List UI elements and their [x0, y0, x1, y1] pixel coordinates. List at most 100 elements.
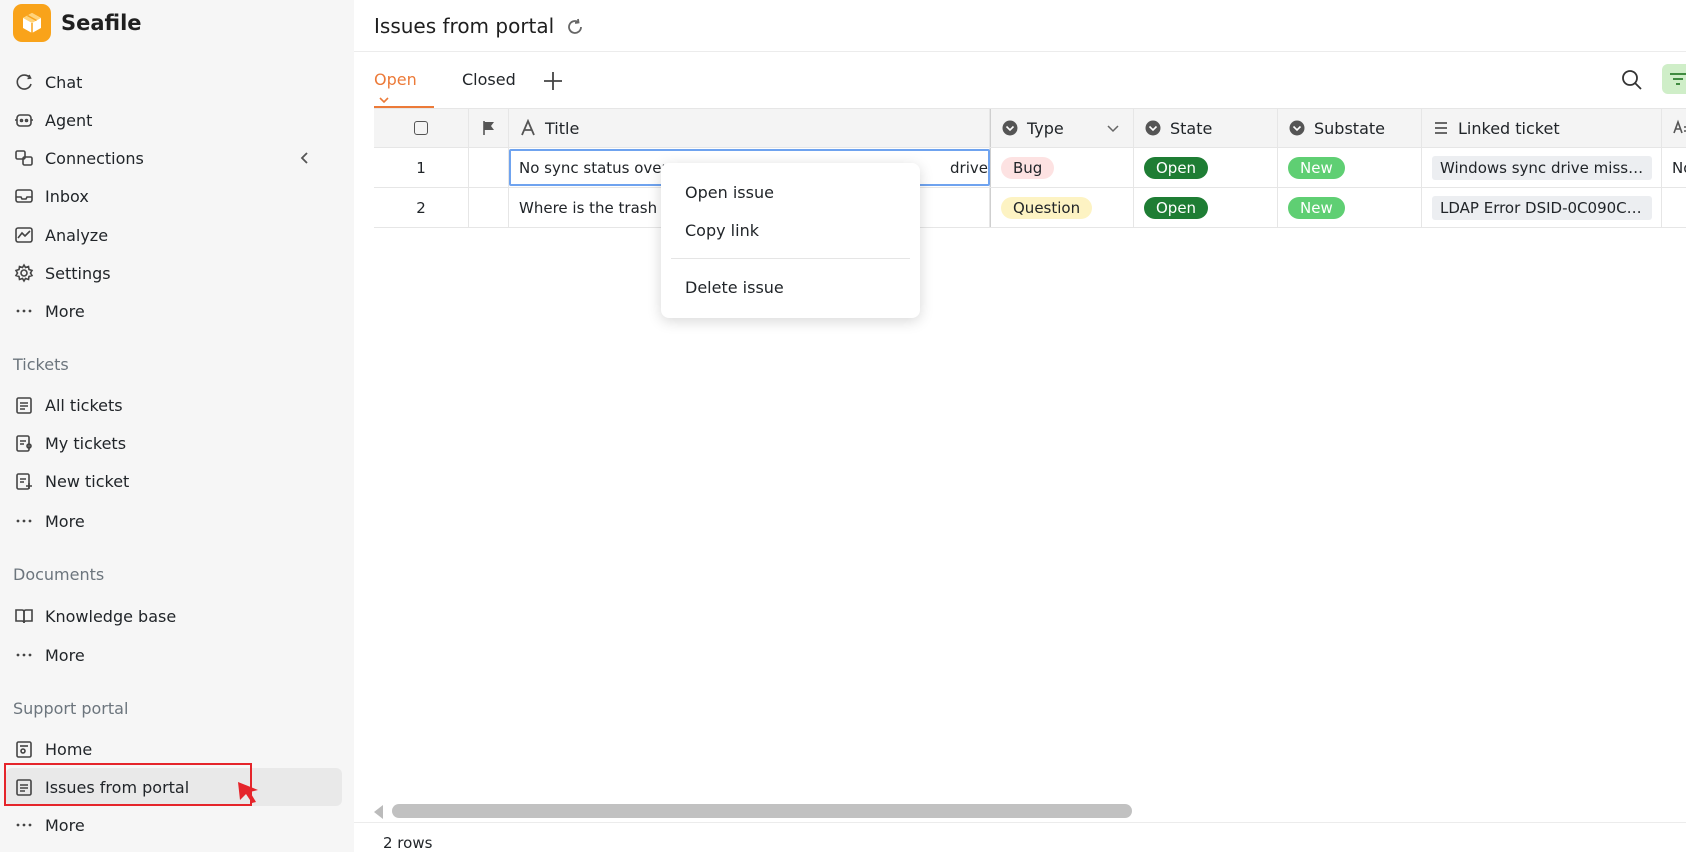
linked-ticket-cell[interactable]: LDAP Error DSID-0C090CDE...	[1422, 188, 1662, 227]
column-header-label: Substate	[1314, 118, 1385, 138]
horizontal-scrollbar[interactable]	[374, 802, 1686, 822]
book-icon	[13, 605, 35, 627]
sidebar-item-agent[interactable]: Agent	[6, 101, 342, 139]
chevron-down-icon[interactable]	[1105, 120, 1121, 136]
scrollbar-thumb[interactable]	[392, 804, 1132, 818]
title-text: Where is the trash f	[519, 198, 668, 217]
agent-icon	[13, 109, 35, 131]
chevron-left-icon[interactable]	[296, 149, 314, 167]
table-row[interactable]: 2 Where is the trash f Question Open New…	[374, 188, 1686, 228]
sidebar-item-label: Connections	[45, 148, 144, 168]
sidebar-item-settings[interactable]: Settings	[6, 254, 342, 292]
sidebar: Seafile Chat Agent Connections Inbox Ana…	[0, 0, 354, 852]
sidebar-item-my-tickets[interactable]: My tickets	[6, 424, 342, 462]
sidebar-item-new-ticket[interactable]: New ticket	[6, 462, 342, 500]
state-tag: Open	[1144, 196, 1209, 219]
sidebar-item-label: Knowledge base	[45, 606, 177, 626]
sidebar-item-more[interactable]: More	[6, 292, 342, 330]
view-tabs: Open Closed	[354, 52, 1686, 108]
sidebar-item-issues-from-portal[interactable]: Issues from portal	[6, 768, 342, 806]
sidebar-item-label: More	[45, 301, 85, 321]
single-select-icon	[1144, 119, 1162, 137]
type-cell[interactable]: Question	[990, 188, 1134, 227]
sidebar-item-label: Home	[45, 739, 93, 759]
tab-open[interactable]: Open	[374, 70, 434, 108]
more-icon	[13, 644, 35, 666]
sidebar-item-analyze[interactable]: Analyze	[6, 216, 342, 254]
sidebar-item-chat[interactable]: Chat	[6, 63, 342, 101]
section-title-support-portal: Support portal	[13, 699, 129, 718]
sidebar-item-portal-more[interactable]: More	[6, 806, 342, 844]
page-header: Issues from portal	[354, 0, 1686, 52]
row-flag-cell[interactable]	[469, 148, 509, 187]
sidebar-item-home[interactable]: Home	[6, 730, 342, 768]
issues-icon	[13, 776, 35, 798]
chevron-down-icon	[379, 96, 389, 103]
table-header-row: Title Type State Substate Linked ticket	[374, 108, 1686, 148]
column-header-type[interactable]: Type	[990, 109, 1134, 147]
column-header-state[interactable]: State	[1134, 109, 1278, 147]
more-icon	[13, 510, 35, 532]
sidebar-item-label: Issues from portal	[45, 777, 190, 797]
sidebar-item-label: New ticket	[45, 471, 130, 491]
linked-ticket-chip[interactable]: Windows sync drive missing...	[1432, 155, 1652, 180]
row-count: 2 rows	[383, 834, 433, 852]
row-flag-cell[interactable]	[469, 188, 509, 227]
column-header-linked-ticket[interactable]: Linked ticket	[1422, 109, 1662, 147]
sidebar-item-label: Analyze	[45, 225, 109, 245]
sidebar-item-label: More	[45, 511, 85, 531]
state-cell[interactable]: Open	[1134, 148, 1278, 187]
search-icon[interactable]	[1620, 68, 1644, 92]
add-view-icon[interactable]	[540, 68, 566, 94]
sidebar-item-connections[interactable]: Connections	[6, 139, 342, 177]
column-header-title[interactable]: Title	[509, 109, 990, 147]
filter-icon	[1670, 73, 1686, 85]
linked-ticket-cell[interactable]: Windows sync drive missing...	[1422, 148, 1662, 187]
substate-cell[interactable]: New	[1278, 148, 1422, 187]
state-cell[interactable]: Open	[1134, 188, 1278, 227]
column-header-label: Linked ticket	[1458, 118, 1560, 138]
sidebar-item-all-tickets[interactable]: All tickets	[6, 386, 342, 424]
sidebar-item-label: Chat	[45, 72, 83, 92]
sidebar-item-tickets-more[interactable]: More	[6, 502, 342, 540]
tab-closed[interactable]: Closed	[462, 70, 516, 108]
substate-cell[interactable]: New	[1278, 188, 1422, 227]
scroll-left-arrow-icon[interactable]	[374, 805, 383, 819]
menu-item-copy-link[interactable]: Copy link	[685, 221, 759, 240]
table-row[interactable]: 1 No sync status over drive Bug Open New…	[374, 148, 1686, 188]
long-text-icon	[1672, 119, 1686, 137]
menu-item-delete-issue[interactable]: Delete issue	[685, 278, 784, 297]
tab-label: Open	[374, 70, 417, 89]
state-tag: Open	[1144, 156, 1209, 179]
linked-ticket-chip[interactable]: LDAP Error DSID-0C090CDE...	[1432, 195, 1652, 220]
menu-item-open-issue[interactable]: Open issue	[685, 183, 774, 202]
inbox-icon	[13, 185, 35, 207]
select-all-cell[interactable]	[374, 109, 469, 147]
type-cell[interactable]: Bug	[990, 148, 1134, 187]
chat-icon	[13, 71, 35, 93]
column-header-extra[interactable]	[1662, 109, 1686, 147]
row-number: 2	[374, 188, 469, 227]
sidebar-item-knowledge-base[interactable]: Knowledge base	[6, 597, 342, 635]
my-tickets-icon	[13, 432, 35, 454]
sidebar-item-inbox[interactable]: Inbox	[6, 177, 342, 215]
page-title: Issues from portal	[374, 14, 555, 38]
row-number: 1	[374, 148, 469, 187]
brand[interactable]: Seafile	[13, 4, 142, 42]
filter-button[interactable]	[1662, 64, 1686, 94]
link-field-icon	[1432, 119, 1450, 137]
select-all-checkbox[interactable]	[414, 121, 428, 135]
sidebar-item-label: More	[45, 645, 85, 665]
type-tag: Question	[1001, 196, 1093, 219]
refresh-icon[interactable]	[565, 17, 585, 37]
sidebar-item-label: Settings	[45, 263, 111, 283]
column-header-substate[interactable]: Substate	[1278, 109, 1422, 147]
sidebar-item-documents-more[interactable]: More	[6, 636, 342, 674]
extra-cell[interactable]	[1662, 188, 1686, 227]
single-select-icon	[1001, 119, 1019, 137]
brand-name: Seafile	[61, 11, 142, 35]
title-text: No sync status over	[519, 158, 668, 177]
more-icon	[13, 814, 35, 836]
analyze-icon	[13, 224, 35, 246]
extra-cell[interactable]: No	[1662, 148, 1686, 187]
